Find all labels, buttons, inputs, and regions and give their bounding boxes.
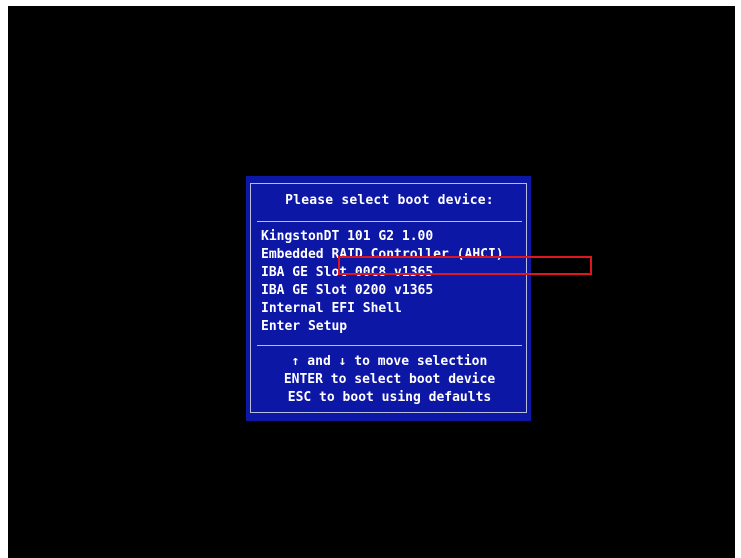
highlight-annotation-box [338, 256, 592, 275]
boot-device-enter-setup[interactable]: Enter Setup [261, 318, 504, 336]
bios-screen: Please select boot device: KingstonDT 10… [8, 6, 735, 558]
boot-menu-title: Please select boot device: [285, 193, 494, 208]
boot-device-iba-ge-slot-0200[interactable]: IBA GE Slot 0200 v1365 [261, 282, 504, 300]
title-divider [257, 221, 522, 222]
help-divider [257, 345, 522, 346]
boot-menu-frame: Please select boot device: KingstonDT 10… [250, 183, 527, 413]
help-enter-select: ENTER to select boot device [283, 372, 496, 387]
boot-device-list: KingstonDT 101 G2 1.00 Embedded RAID Con… [261, 228, 504, 336]
help-text: ↑ and ↓ to move selection ENTER to selec… [251, 353, 528, 407]
boot-menu-dialog: Please select boot device: KingstonDT 10… [246, 176, 531, 421]
boot-device-kingston[interactable]: KingstonDT 101 G2 1.00 [261, 228, 504, 246]
help-move-selection: ↑ and ↓ to move selection [291, 354, 488, 369]
help-esc-defaults: ESC to boot using defaults [287, 390, 492, 405]
boot-device-internal-efi-shell[interactable]: Internal EFI Shell [261, 300, 504, 318]
